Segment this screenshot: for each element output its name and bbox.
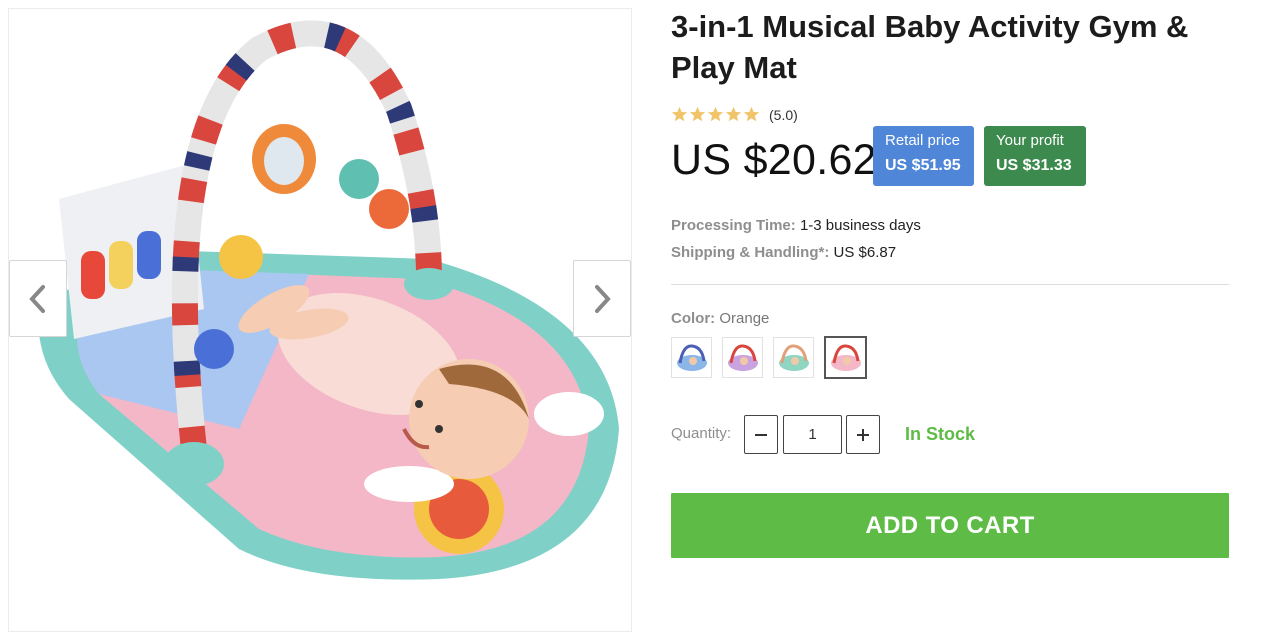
swatch-thumbnail	[778, 343, 809, 371]
minus-icon	[755, 433, 767, 436]
shipping-handling-label: Shipping & Handling*:	[671, 244, 830, 261]
color-swatch-3[interactable]	[773, 337, 814, 378]
product-price: US $20.62	[671, 136, 877, 184]
quantity-label: Quantity:	[671, 425, 732, 442]
processing-time: Processing Time: 1-3 business days	[671, 217, 921, 235]
star-rating	[671, 106, 760, 123]
divider	[671, 284, 1229, 285]
star-icon	[725, 106, 742, 122]
color-swatch-2[interactable]	[722, 337, 763, 378]
product-image[interactable]	[9, 9, 632, 632]
swatch-thumbnail	[727, 343, 758, 371]
product-rating: (5.0)	[671, 106, 798, 123]
processing-time-label: Processing Time:	[671, 217, 796, 234]
color-swatch-1[interactable]	[671, 337, 712, 378]
product-title: 3-in-1 Musical Baby Activity Gym & Play …	[671, 9, 1189, 85]
retail-price-label: Retail price	[885, 132, 961, 149]
processing-time-value: 1-3 business days	[799, 217, 921, 234]
color-swatches	[671, 336, 877, 379]
retail-price-badge: Retail price US $51.95	[873, 126, 974, 186]
quantity-decrease-button[interactable]	[744, 415, 778, 454]
shipping-handling-value: US $6.87	[833, 244, 897, 261]
retail-price-value: US $51.95	[885, 157, 961, 174]
quantity-input[interactable]	[783, 415, 842, 454]
swatch-thumbnail	[676, 343, 707, 371]
color-swatch-orange[interactable]	[824, 336, 867, 379]
color-selector-label: Color: Orange	[671, 310, 769, 327]
profit-label: Your profit	[996, 132, 1064, 149]
stock-status: In Stock	[905, 424, 976, 444]
shipping-handling: Shipping & Handling*: US $6.87	[671, 244, 896, 262]
plus-icon	[857, 428, 869, 441]
star-icon	[671, 106, 688, 122]
next-image-button[interactable]	[573, 260, 631, 337]
swatch-thumbnail	[830, 343, 861, 371]
color-value: Orange	[719, 310, 770, 327]
profit-badge: Your profit US $31.33	[984, 126, 1086, 186]
profit-value: US $31.33	[996, 157, 1072, 174]
rating-value: (5.0)	[769, 106, 798, 123]
star-icon	[707, 106, 724, 122]
star-icon	[689, 106, 706, 122]
star-icon	[743, 106, 760, 122]
product-gallery	[8, 8, 632, 632]
prev-image-button[interactable]	[9, 260, 67, 337]
quantity-increase-button[interactable]	[846, 415, 880, 454]
add-to-cart-button[interactable]: ADD TO CART	[671, 493, 1229, 558]
chevron-left-icon	[29, 284, 45, 313]
color-label: Color:	[671, 310, 716, 327]
chevron-right-icon	[595, 284, 611, 313]
